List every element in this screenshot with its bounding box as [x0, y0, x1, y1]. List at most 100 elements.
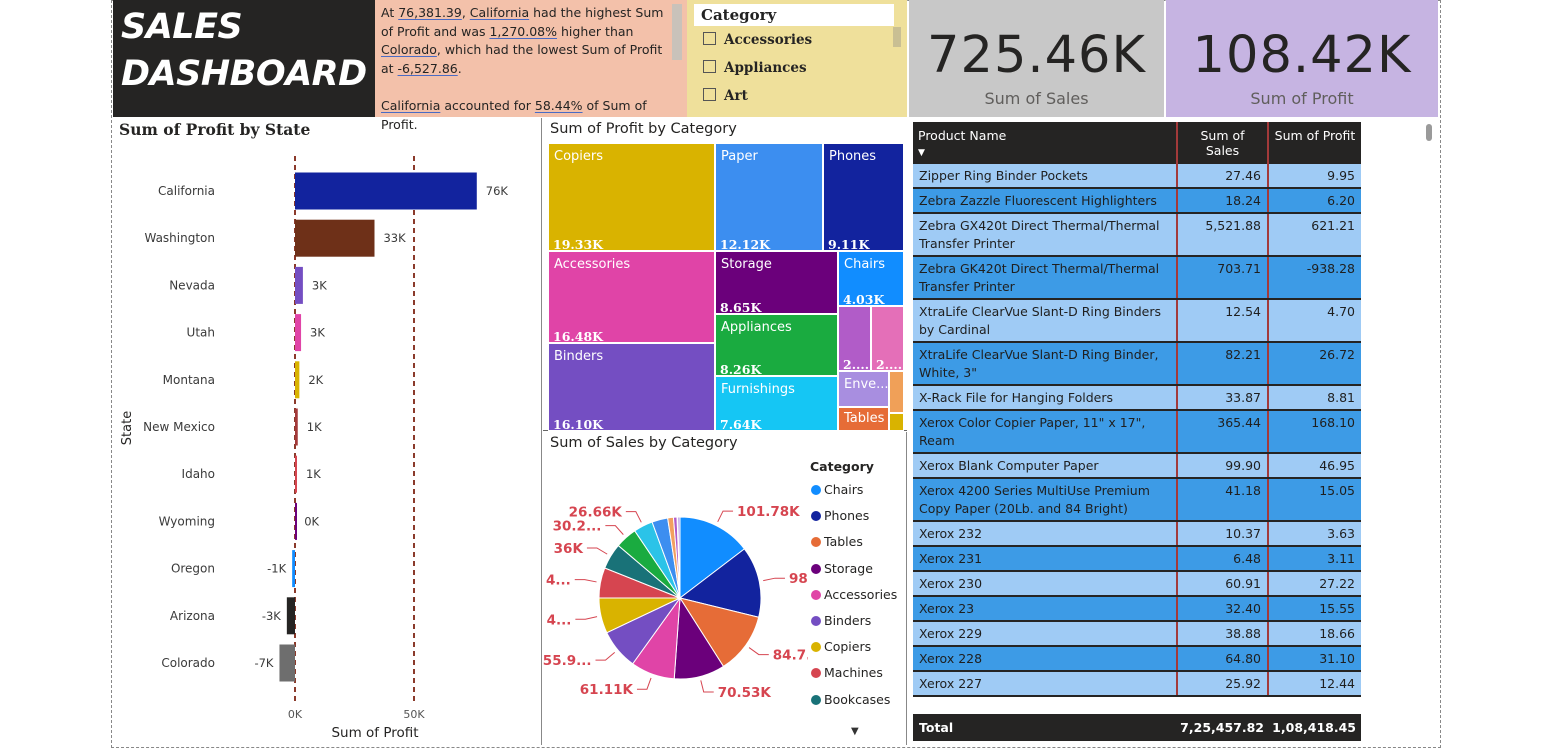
product-name-cell: Xerox Color Copier Paper, 11" x 17", Rea… — [913, 410, 1178, 454]
legend-scroll-down-icon[interactable]: ▼ — [851, 726, 859, 737]
treemap-tile[interactable]: Enve... — [838, 371, 889, 407]
legend-item[interactable]: Storage — [811, 561, 873, 576]
narrative-text: At — [381, 5, 399, 20]
legend-dot-icon — [811, 485, 821, 495]
treemap-tile[interactable]: Furnishings 7.64K — [715, 376, 838, 431]
checkbox-icon[interactable] — [703, 32, 716, 45]
treemap-tile[interactable]: Chairs 4.03K — [838, 251, 904, 306]
table-row[interactable]: Zebra Zazzle Fluorescent Highlighters 18.… — [913, 188, 1361, 214]
table-row[interactable]: Xerox Blank Computer Paper 99.90 46.95 — [913, 453, 1361, 479]
treemap-tile[interactable]: 2.... — [838, 306, 871, 371]
narrative-value[interactable]: 58.44% — [535, 98, 583, 113]
product-name-cell: XtraLife ClearVue Slant-D Ring Binders b… — [913, 299, 1178, 343]
treemap-tile-label: Chairs — [844, 257, 886, 272]
legend-item[interactable]: Machines — [811, 665, 883, 680]
table-row[interactable]: Xerox 232 10.37 3.63 — [913, 521, 1361, 547]
treemap-tile[interactable]: Storage 8.65K — [715, 251, 838, 314]
treemap-tile[interactable]: Accessories 16.48K — [548, 251, 715, 343]
treemap-tile[interactable]: 2.... — [871, 306, 904, 371]
legend-item[interactable]: Tables — [811, 534, 863, 549]
table-row[interactable]: Xerox 229 38.88 18.66 — [913, 621, 1361, 647]
profit-cell: 46.95 — [1268, 453, 1361, 479]
table-row[interactable]: Xerox Color Copier Paper, 11" x 17", Rea… — [913, 410, 1361, 454]
narrative-value[interactable]: 76,381.39 — [398, 5, 462, 20]
sort-descending-icon[interactable]: ▼ — [918, 148, 925, 158]
pie-data-label: 36K — [554, 541, 584, 557]
product-name-cell: Zebra GK420t Direct Thermal/Thermal Tran… — [913, 256, 1178, 300]
legend-item[interactable]: Copiers — [811, 639, 871, 654]
treemap-tile[interactable]: Binders 16.10K — [548, 343, 715, 431]
narrative-value[interactable]: -6,527.86 — [398, 61, 458, 76]
table-row[interactable]: Xerox 4200 Series MultiUse Premium Copy … — [913, 478, 1361, 522]
bar-chart-title: Sum of Profit by State — [119, 120, 311, 139]
state-bar[interactable] — [295, 361, 300, 399]
table-row[interactable]: Zipper Ring Binder Pockets 27.46 9.95 — [913, 164, 1361, 189]
treemap-tile[interactable]: Phones 9.11K — [823, 143, 904, 251]
state-tick-label: California — [158, 184, 215, 198]
slicer-item-accessories[interactable]: Accessories — [703, 32, 812, 52]
table-row[interactable]: Xerox 228 64.80 31.10 — [913, 646, 1361, 672]
slicer-item-appliances[interactable]: Appliances — [703, 60, 807, 80]
treemap-tile[interactable] — [889, 413, 904, 431]
table-row[interactable]: Xerox 231 6.48 3.11 — [913, 546, 1361, 572]
legend-item[interactable]: Phones — [811, 508, 869, 523]
narrative-value[interactable]: 1,270.08% — [489, 24, 557, 39]
treemap-tile[interactable]: Appliances 8.26K — [715, 314, 838, 376]
treemap-tile-label: Storage — [721, 257, 772, 272]
treemap-tile[interactable]: Copiers 19.33K — [548, 143, 715, 251]
table-row[interactable]: X-Rack File for Hanging Folders 33.87 8.81 — [913, 385, 1361, 411]
state-bar[interactable] — [286, 597, 295, 635]
table-row[interactable]: XtraLife ClearVue Slant-D Ring Binders b… — [913, 299, 1361, 343]
table-row[interactable]: Xerox 227 25.92 12.44 — [913, 671, 1361, 697]
state-bar[interactable] — [295, 314, 302, 352]
column-header-sum-of-profit[interactable]: Sum of Profit — [1268, 122, 1361, 164]
treemap-tile[interactable]: Tables — [838, 407, 889, 431]
state-bar[interactable] — [295, 219, 375, 257]
state-bar[interactable] — [295, 455, 297, 493]
product-name-cell: Zebra Zazzle Fluorescent Highlighters — [913, 188, 1178, 214]
bar-data-label: 76K — [486, 184, 509, 198]
treemap-tile-value: 4.03K — [843, 292, 885, 306]
slicer-scrollbar[interactable] — [893, 27, 901, 47]
product-name-cell: Xerox 229 — [913, 621, 1178, 647]
slicer-item-art[interactable]: Art — [703, 88, 748, 108]
treemap-tile[interactable]: Paper 12.12K — [715, 143, 823, 251]
treemap-tile[interactable] — [889, 371, 904, 413]
state-bar[interactable] — [295, 172, 477, 210]
profit-cell: 31.10 — [1268, 646, 1361, 672]
checkbox-icon[interactable] — [703, 60, 716, 73]
narrative-value[interactable]: California — [381, 98, 440, 113]
legend-item[interactable]: Binders — [811, 613, 871, 628]
legend-item[interactable]: Bookcases — [811, 692, 890, 707]
table-row[interactable]: Zebra GK420t Direct Thermal/Thermal Tran… — [913, 256, 1361, 300]
table-row[interactable]: Xerox 230 60.91 27.22 — [913, 571, 1361, 597]
profit-cell: 18.66 — [1268, 621, 1361, 647]
state-tick-label: Colorado — [161, 656, 215, 670]
table-scrollbar[interactable] — [1426, 124, 1432, 141]
state-tick-label: Idaho — [182, 467, 215, 481]
state-bar[interactable] — [292, 550, 295, 588]
table-row[interactable]: Zebra GX420t Direct Thermal/Thermal Tran… — [913, 213, 1361, 257]
smart-narrative: At 76,381.39, California had the highest… — [375, 0, 687, 132]
sales-cell: 60.91 — [1177, 571, 1269, 597]
profit-cell: 26.72 — [1268, 342, 1361, 386]
narrative-value[interactable]: Colorado — [381, 42, 437, 57]
column-header-sum-of-sales[interactable]: Sum of Sales — [1177, 122, 1269, 164]
pie-leader-line — [717, 510, 734, 523]
state-bar[interactable] — [295, 266, 303, 304]
pie-data-label: 101.78K — [737, 504, 800, 520]
legend-item[interactable]: Accessories — [811, 587, 897, 602]
table-row[interactable]: Xerox 23 32.40 15.55 — [913, 596, 1361, 622]
pie-leader-line — [700, 680, 714, 693]
narrative-scrollbar[interactable] — [672, 4, 682, 60]
profit-cell: 6.20 — [1268, 188, 1361, 214]
narrative-value[interactable]: California — [470, 5, 529, 20]
state-bar[interactable] — [295, 502, 297, 540]
column-header-product-name[interactable]: Product Name ▼ — [913, 122, 1178, 164]
slicer-item-label: Appliances — [724, 60, 807, 76]
legend-item[interactable]: Chairs — [811, 482, 863, 497]
checkbox-icon[interactable] — [703, 88, 716, 101]
state-bar[interactable] — [279, 644, 295, 682]
table-row[interactable]: XtraLife ClearVue Slant-D Ring Binder, W… — [913, 342, 1361, 386]
state-bar[interactable] — [295, 408, 298, 446]
